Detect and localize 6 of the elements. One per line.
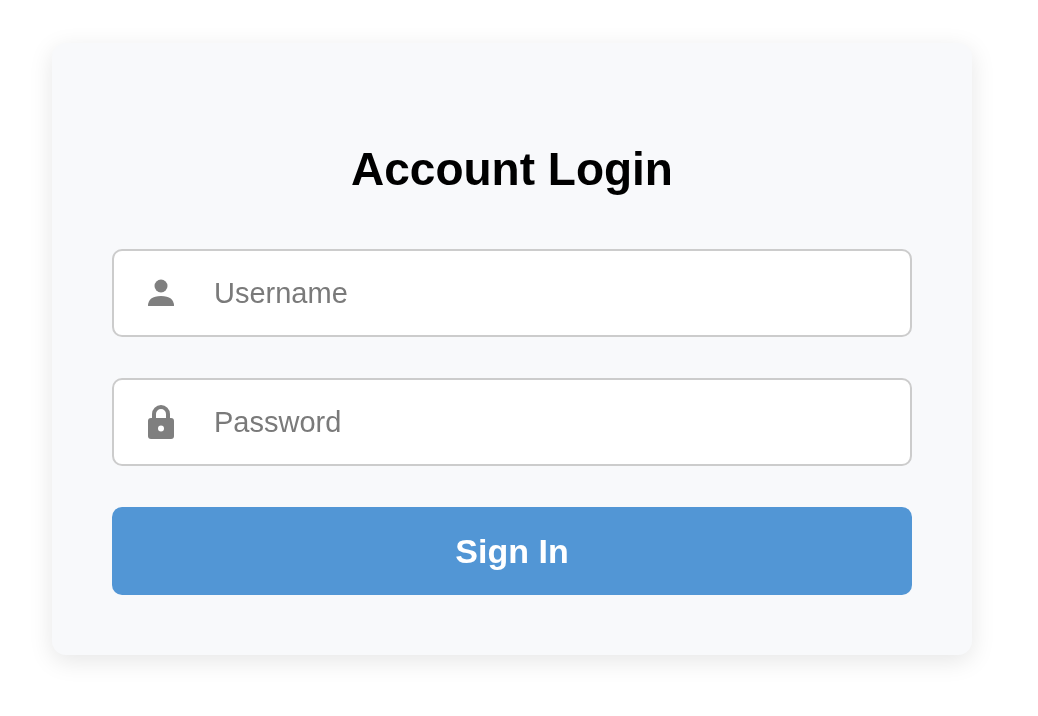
username-field[interactable]: Username <box>112 249 912 337</box>
login-title: Account Login <box>351 142 673 197</box>
sign-in-button[interactable]: Sign In <box>112 507 912 595</box>
lock-icon <box>146 404 176 440</box>
user-icon <box>146 279 176 307</box>
password-field[interactable]: Password <box>112 378 912 466</box>
